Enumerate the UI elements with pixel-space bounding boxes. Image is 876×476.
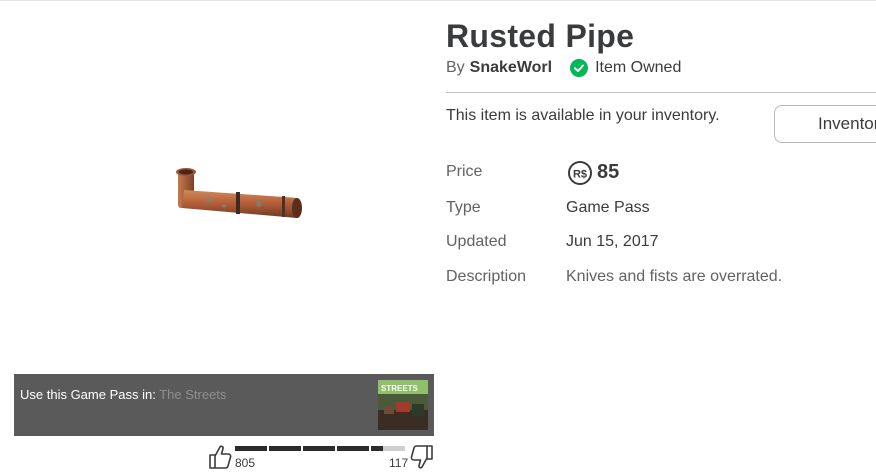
robux-icon: R$: [568, 161, 592, 185]
description-value: Knives and fists are overrated.: [566, 268, 783, 285]
type-value: Game Pass: [566, 199, 650, 216]
availability-message: This item is available in your inventory…: [446, 107, 720, 124]
vote-section: 805 117: [14, 444, 434, 476]
svg-text:R$: R$: [573, 169, 587, 181]
item-owned-label: Item Owned: [595, 59, 682, 76]
thumbs-up-icon[interactable]: [208, 444, 232, 470]
use-game-pass-text: Use this Game Pass in: The Streets: [20, 387, 227, 402]
updated-value: Jun 15, 2017: [566, 233, 659, 250]
game-link[interactable]: The Streets: [159, 387, 226, 402]
check-circle-icon: [570, 59, 589, 77]
thumbs-down-icon[interactable]: [410, 444, 434, 470]
type-label: Type: [446, 199, 481, 216]
vote-bar-segment: [301, 446, 303, 451]
item-thumbnail: [14, 0, 434, 372]
item-image: [176, 168, 302, 218]
game-thumbnail[interactable]: STREETS: [378, 380, 428, 430]
by-prefix: By: [446, 59, 465, 76]
creator-link[interactable]: SnakeWorl: [470, 59, 552, 77]
game-thumbnail-text: STREETS: [381, 384, 419, 393]
price-label: Price: [446, 163, 483, 180]
header-divider: [446, 92, 876, 93]
vote-bar-segment: [267, 446, 269, 451]
price-row: Price R$ 85: [446, 161, 876, 185]
downvote-count: 117: [389, 456, 409, 470]
type-row: Type Game Pass: [446, 199, 876, 223]
updated-label: Updated: [446, 233, 507, 250]
game-thumbnail-image: STREETS: [378, 380, 428, 430]
item-title: Rusted Pipe: [446, 18, 635, 54]
vote-bar-fill: [235, 446, 384, 451]
upvote-count: 805: [235, 456, 256, 470]
vote-bar-segment: [369, 446, 371, 451]
vote-bar-segment: [335, 446, 337, 451]
game-pass-banner: Use this Game Pass in: The Streets STREE…: [14, 374, 434, 436]
inventory-button[interactable]: Inventory: [774, 105, 876, 143]
price-value: 85: [597, 161, 620, 183]
byline: By SnakeWorl Item Owned: [446, 59, 681, 77]
description-label: Description: [446, 268, 527, 285]
vote-bar: [235, 446, 405, 451]
updated-row: Updated Jun 15, 2017: [446, 233, 876, 257]
description-row: Description Knives and fists are overrat…: [446, 268, 876, 292]
